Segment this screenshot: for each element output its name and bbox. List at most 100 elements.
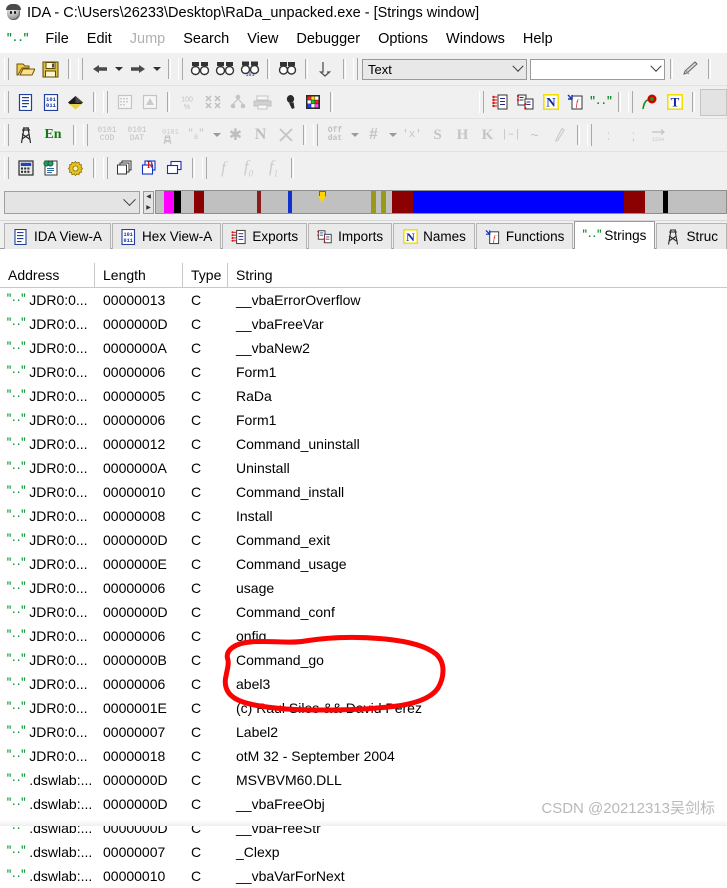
names-icon[interactable]: N xyxy=(538,90,563,115)
menu-item-search[interactable]: Search xyxy=(174,29,238,49)
toolbar-grip[interactable] xyxy=(103,157,108,179)
table-row[interactable]: ".." JDR0:0... 00000012 C Command_uninstall xyxy=(0,432,727,456)
tab-ida-view-a[interactable]: IDA View-A xyxy=(4,223,112,249)
table-row[interactable]: ".." JDR0:0... 0000000E C Command_usage xyxy=(0,552,727,576)
menu-item-help[interactable]: Help xyxy=(514,29,562,49)
table-row[interactable]: ".." .dswlab:... 0000000D C MSVBVM60.DLL xyxy=(0,768,727,792)
table-row[interactable]: ".." JDR0:0... 0000001E C (c) Raul Siles && … xyxy=(0,696,727,720)
tab-imports[interactable]: Imports xyxy=(308,223,393,249)
jump-forward-button[interactable] xyxy=(125,57,150,82)
tab-struc[interactable]: Struc xyxy=(656,223,727,249)
search-type-combo[interactable]: Text xyxy=(362,58,527,80)
table-row[interactable]: ".." JDR0:0... 00000018 CotM 32 - September… xyxy=(0,744,727,768)
table-row[interactable]: ".." JDR0:0... 00000007 C Label2 xyxy=(0,720,727,744)
menu-item-debugger[interactable]: Debugger xyxy=(287,29,369,49)
column-header-address[interactable]: Address xyxy=(0,263,95,287)
toolbar-grip[interactable] xyxy=(4,91,9,113)
plugins-gear-icon[interactable] xyxy=(63,156,88,181)
table-row[interactable]: ".." JDR0:0... 00000006 Cusage xyxy=(0,576,727,600)
menu-item-jump[interactable]: Jump xyxy=(121,29,174,49)
tab-functions[interactable]: f Functions xyxy=(475,223,574,249)
extra-button[interactable] xyxy=(700,88,727,116)
jump-forward-dropdown[interactable] xyxy=(150,57,163,82)
segment-icon[interactable]: S xyxy=(425,123,450,148)
stack-var-icon[interactable]: K xyxy=(475,123,500,148)
colon-icon[interactable]: : xyxy=(596,123,621,148)
menu-item-windows[interactable]: Windows xyxy=(437,29,514,49)
patch-program-icon[interactable] xyxy=(38,156,63,181)
calculator-icon[interactable] xyxy=(13,156,38,181)
align-icon[interactable]: 1234 xyxy=(646,123,671,148)
function-range-icon[interactable]: |–| xyxy=(500,123,522,148)
hex-view-icon[interactable]: 101 011 xyxy=(38,90,63,115)
strings-icon[interactable]: ".." xyxy=(588,90,613,115)
navigation-jump-combo[interactable] xyxy=(4,190,140,214)
table-row[interactable]: ".." JDR0:0... 00000008 C Install xyxy=(0,504,727,528)
offset-icon[interactable]: Off dat xyxy=(322,123,348,148)
enums-icon[interactable]: En xyxy=(38,123,68,148)
table-row[interactable]: ".." JDR0:0... 0000000D C Command_conf xyxy=(0,600,727,624)
table-row[interactable]: ".." JDR0:0... 0000000A C Uninstall xyxy=(0,456,727,480)
jump-to-entry-icon[interactable] xyxy=(313,57,338,82)
toolbar-grip[interactable] xyxy=(313,124,318,146)
zoom-out-arrow[interactable]: ▶ xyxy=(144,202,153,213)
func-f-icon[interactable]: f xyxy=(211,156,236,181)
jump-backward-dropdown[interactable] xyxy=(112,57,125,82)
navigation-band[interactable] xyxy=(155,190,727,214)
structures-view-icon[interactable] xyxy=(137,90,162,115)
make-string-dropdown[interactable] xyxy=(210,123,223,148)
table-row[interactable]: ".." .dswlab:... 00000007 C _Clexp xyxy=(0,840,727,864)
toolbar-grip[interactable] xyxy=(4,124,9,146)
number-dropdown[interactable] xyxy=(386,123,399,148)
tools-wrench-icon[interactable] xyxy=(275,90,300,115)
tab-names[interactable]: N Names xyxy=(393,223,475,249)
search-subviews-icon[interactable] xyxy=(275,57,300,82)
toolbar-grip[interactable] xyxy=(353,58,358,80)
table-row[interactable]: ".." JDR0:0... 00000006 Cabel3 xyxy=(0,672,727,696)
toolbar-grip[interactable] xyxy=(479,91,484,113)
save-database-button[interactable] xyxy=(38,57,63,82)
menu-item-options[interactable]: Options xyxy=(369,29,437,49)
zoom-in-arrow[interactable]: ◀ xyxy=(144,192,153,203)
table-row[interactable]: ".." JDR0:0... 0000000A C __vbaNew2 xyxy=(0,336,727,360)
flowchart-icon[interactable] xyxy=(112,90,137,115)
tab-exports[interactable]: Exports xyxy=(222,223,308,249)
menu-item-file[interactable]: File xyxy=(36,29,77,49)
func-f1-icon[interactable]: f1 xyxy=(261,156,286,181)
highlight-pen-icon[interactable] xyxy=(678,57,703,82)
search-text-combo[interactable] xyxy=(530,58,665,80)
make-string-icon[interactable]: "s" xyxy=(182,123,210,148)
toolbar-grip[interactable] xyxy=(103,91,108,113)
table-row[interactable]: ".." JDR0:0... 0000000D C __vbaFreeVar xyxy=(0,312,727,336)
toolbar-grip[interactable] xyxy=(78,58,83,80)
menu-item-view[interactable]: View xyxy=(238,29,287,49)
edit-pen-icon[interactable] xyxy=(547,123,572,148)
char-icon[interactable]: 'x' xyxy=(399,123,425,148)
reset-desktop-icon[interactable]: R xyxy=(137,156,162,181)
make-struct-icon[interactable]: 0101 xyxy=(152,123,182,148)
jump-backward-button[interactable] xyxy=(87,57,112,82)
open-file-button[interactable] xyxy=(13,57,38,82)
structures-tower-icon[interactable] xyxy=(13,123,38,148)
navigation-zoom-spinner[interactable]: ◀ ▶ xyxy=(143,190,154,214)
search-again-icon[interactable] xyxy=(212,57,237,82)
nav-band-cursor[interactable] xyxy=(318,191,327,202)
make-data-icon[interactable]: 0101 DAT xyxy=(122,123,152,148)
semicolon-icon[interactable]: ; xyxy=(621,123,646,148)
number-icon[interactable]: # xyxy=(361,123,386,148)
toolbar-grip[interactable] xyxy=(83,124,88,146)
type-icon[interactable]: T xyxy=(662,90,687,115)
column-header-type[interactable]: Type xyxy=(183,263,228,287)
column-header-length[interactable]: Length xyxy=(95,263,183,287)
table-row[interactable]: ".." JDR0:0... 00000006 C Form1 xyxy=(0,360,727,384)
rename-icon[interactable]: N xyxy=(248,123,273,148)
hex-toggle-icon[interactable]: H xyxy=(450,123,475,148)
toolbar-grip[interactable] xyxy=(4,157,9,179)
ida-view-icon[interactable] xyxy=(13,90,38,115)
functions-icon[interactable]: f xyxy=(563,90,588,115)
print-icon[interactable] xyxy=(250,90,275,115)
tile-windows-icon[interactable] xyxy=(112,156,137,181)
binary-search-icon[interactable]: 101 xyxy=(237,57,262,82)
wave-icon[interactable]: ~ xyxy=(522,123,547,148)
tab-strings[interactable]: ".." Strings xyxy=(574,221,656,249)
